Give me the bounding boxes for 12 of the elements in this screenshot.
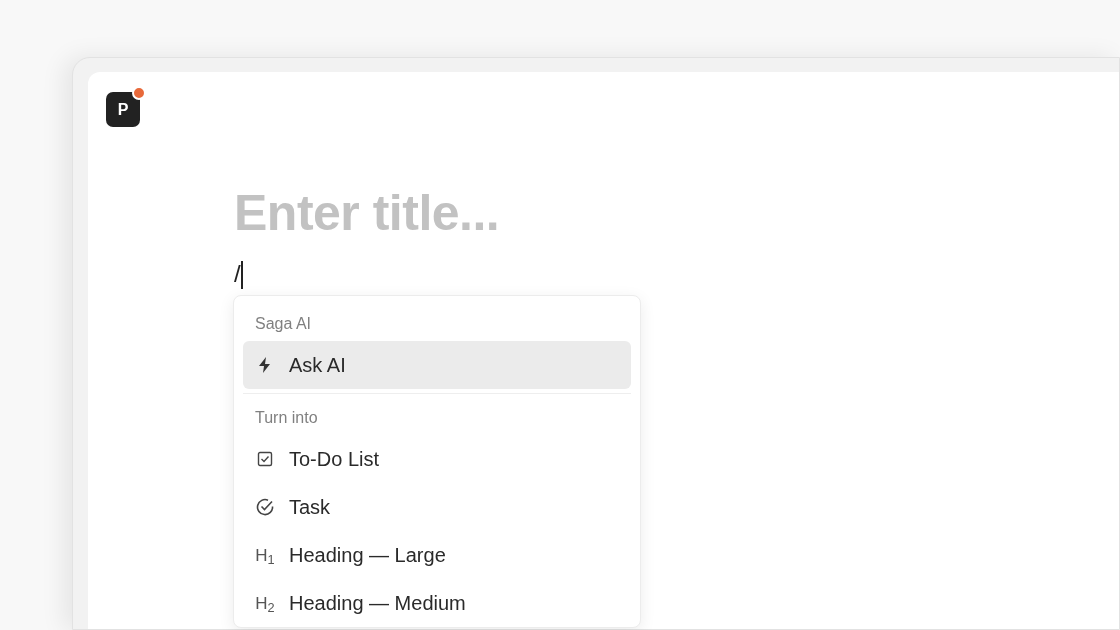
title-field[interactable]: Enter title... [234, 183, 834, 243]
section-label: Turn into [254, 408, 319, 428]
section-label: Saga AI [254, 314, 313, 334]
heading-level-icon: H$_{1}$ [255, 546, 275, 564]
body-text[interactable]: / [234, 259, 241, 289]
menu-item[interactable]: Ask AI [243, 341, 631, 389]
app-logo[interactable]: P [106, 92, 140, 127]
heading-level-icon: H$_{2}$ [255, 594, 275, 612]
checkbox-icon [257, 451, 273, 467]
text-cursor [240, 261, 243, 289]
lightning-icon [258, 357, 272, 373]
check-circle-icon [255, 497, 275, 517]
